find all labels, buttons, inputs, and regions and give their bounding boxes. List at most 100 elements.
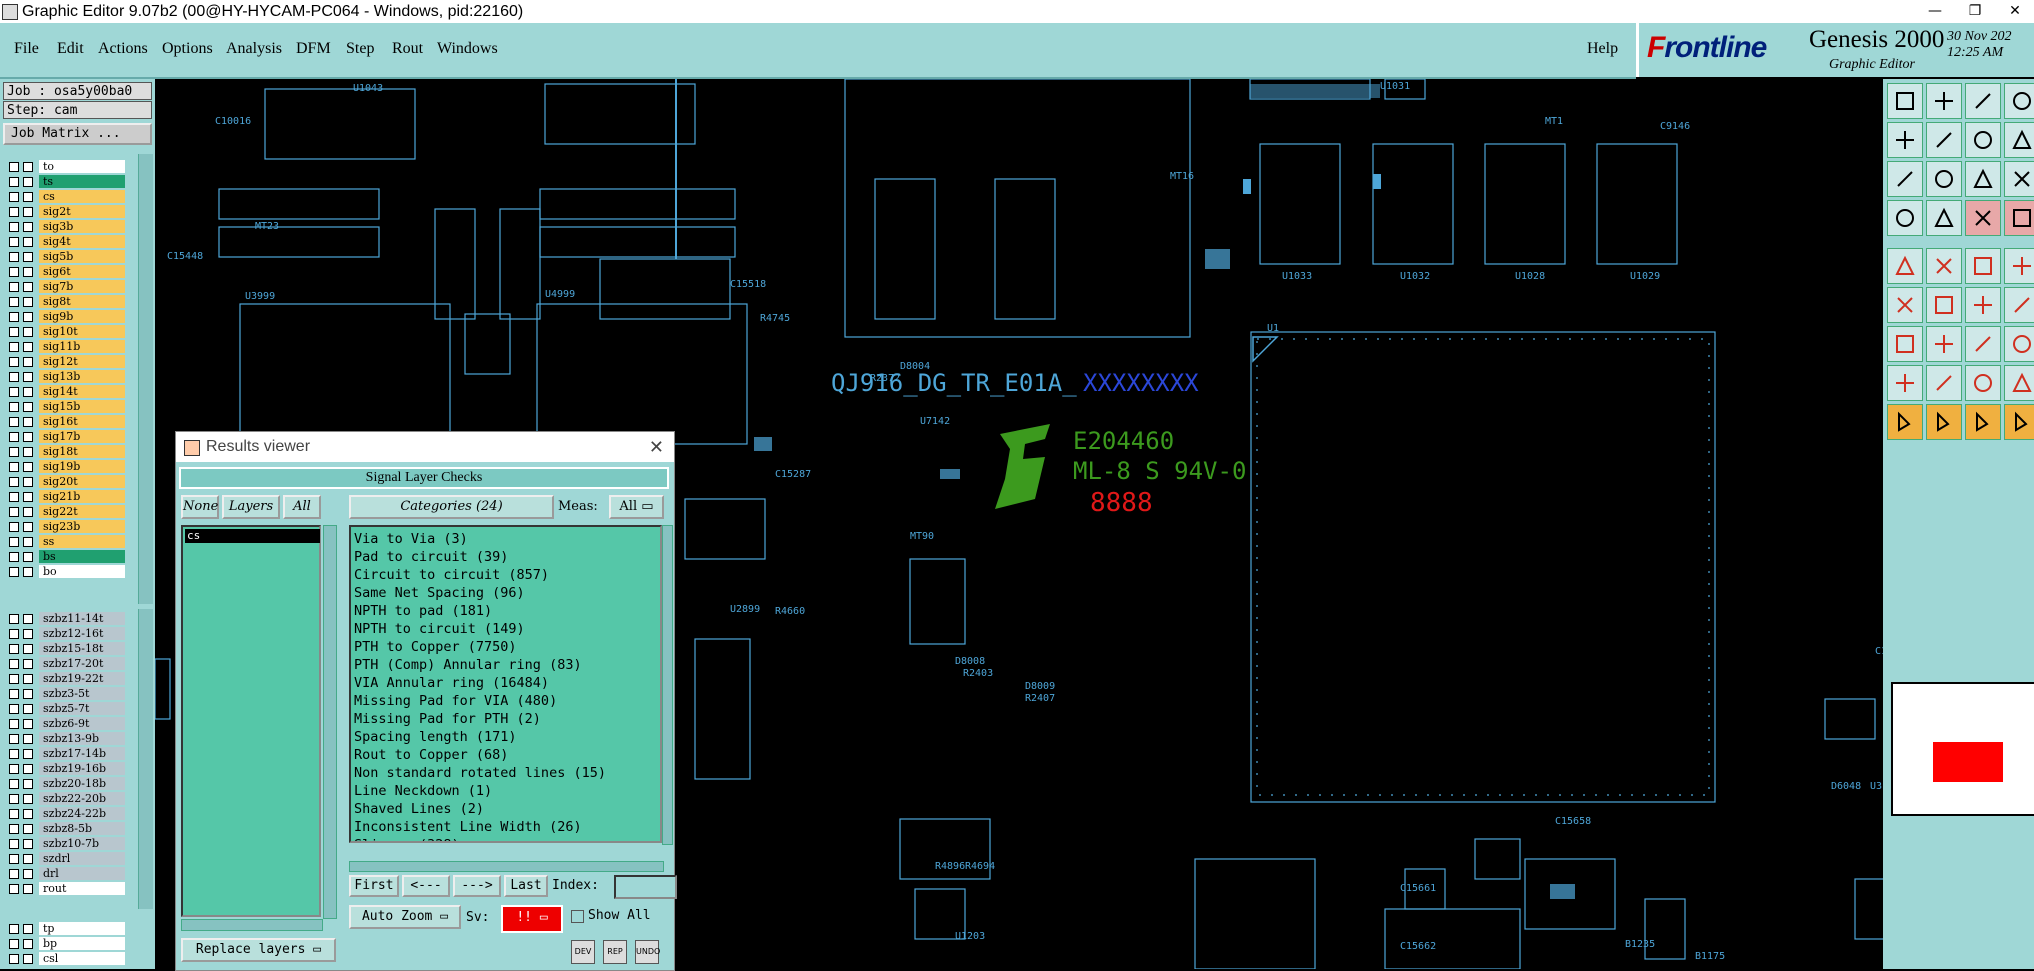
- layer-row-szbz10-7b[interactable]: szbz10-7b: [3, 836, 125, 851]
- index-input[interactable]: [614, 875, 677, 899]
- menu-options[interactable]: Options: [162, 40, 213, 58]
- menu-help[interactable]: Help: [1587, 40, 1618, 58]
- layer-visibility-checkbox[interactable]: [9, 282, 19, 292]
- dev-icon[interactable]: DEV: [571, 940, 595, 964]
- layer-name[interactable]: sig18t: [39, 445, 125, 458]
- layer-name[interactable]: szbz11-14t: [39, 612, 125, 625]
- severity-button[interactable]: !! ▭: [501, 905, 563, 933]
- tool-icon[interactable]: [1887, 200, 1923, 236]
- layer-name[interactable]: sig16t: [39, 415, 125, 428]
- layer-row-szbz19-22t[interactable]: szbz19-22t: [3, 671, 125, 686]
- move-icon[interactable]: [1926, 122, 1962, 158]
- layer-name[interactable]: sig6t: [39, 265, 125, 278]
- layer-visibility-checkbox[interactable]: [9, 312, 19, 322]
- layer-row-szbz17-20t[interactable]: szbz17-20t: [3, 656, 125, 671]
- layer-name[interactable]: sig13b: [39, 370, 125, 383]
- layer-name[interactable]: sig8t: [39, 295, 125, 308]
- selected-layer-item[interactable]: cs: [185, 529, 320, 543]
- menu-edit[interactable]: Edit: [57, 40, 84, 58]
- home-icon[interactable]: [1965, 83, 2001, 119]
- close-window-button[interactable]: ✕: [2000, 0, 2030, 23]
- angle-icon[interactable]: [2004, 326, 2034, 362]
- layer-row-sig14t[interactable]: sig14t: [3, 384, 125, 399]
- layer-visibility-checkbox[interactable]: [9, 162, 19, 172]
- layer-visibility-checkbox[interactable]: [9, 954, 19, 964]
- layer-visibility-checkbox[interactable]: [9, 734, 19, 744]
- feature-icon[interactable]: [2004, 200, 2034, 236]
- scale-icon[interactable]: [1965, 161, 2001, 197]
- layer-affected-checkbox[interactable]: [23, 417, 33, 427]
- category-item[interactable]: Slivers (328): [354, 836, 460, 841]
- all-button[interactable]: All: [283, 495, 321, 519]
- layer-affected-checkbox[interactable]: [23, 884, 33, 894]
- layer-name[interactable]: sig11b: [39, 340, 125, 353]
- layer-row-szbz8-5b[interactable]: szbz8-5b: [3, 821, 125, 836]
- layer-visibility-checkbox[interactable]: [9, 674, 19, 684]
- layer-row-ss[interactable]: ss: [3, 534, 125, 549]
- category-item[interactable]: Circuit to circuit (857): [354, 566, 549, 584]
- layer-affected-checkbox[interactable]: [23, 749, 33, 759]
- layer-visibility-checkbox[interactable]: [9, 644, 19, 654]
- layer-affected-checkbox[interactable]: [23, 674, 33, 684]
- layer-visibility-checkbox[interactable]: [9, 267, 19, 277]
- triangle-icon[interactable]: [1887, 404, 1923, 440]
- redraw-icon[interactable]: [1965, 122, 2001, 158]
- layer-name[interactable]: to: [39, 160, 125, 173]
- layer-name[interactable]: sig7b: [39, 280, 125, 293]
- layer-row-szbz12-16t[interactable]: szbz12-16t: [3, 626, 125, 641]
- layer-affected-checkbox[interactable]: [23, 719, 33, 729]
- view-icon[interactable]: [1887, 83, 1923, 119]
- layer-row-to[interactable]: to: [3, 159, 125, 174]
- layer-visibility-checkbox[interactable]: [9, 704, 19, 714]
- layer-name[interactable]: sig10t: [39, 325, 125, 338]
- category-item[interactable]: Pad to circuit (39): [354, 548, 508, 566]
- select-box-icon[interactable]: [1965, 365, 2001, 401]
- layer-row-szdrl[interactable]: szdrl: [3, 851, 125, 866]
- layer-name[interactable]: sig23b: [39, 520, 125, 533]
- overview-window[interactable]: [1891, 682, 2034, 816]
- layer-row-sig4t[interactable]: sig4t: [3, 234, 125, 249]
- layer-affected-checkbox[interactable]: [23, 809, 33, 819]
- layer-visibility-checkbox[interactable]: [9, 402, 19, 412]
- layer-affected-checkbox[interactable]: [23, 689, 33, 699]
- maximize-button[interactable]: ❐: [1960, 0, 1990, 23]
- node-icon[interactable]: [1887, 287, 1923, 323]
- layer-name[interactable]: szbz10-7b: [39, 837, 125, 850]
- layer-row-sig2t[interactable]: sig2t: [3, 204, 125, 219]
- grid-icon[interactable]: [1926, 200, 1962, 236]
- layer-visibility-checkbox[interactable]: [9, 839, 19, 849]
- layer-row-szbz24-22b[interactable]: szbz24-22b: [3, 806, 125, 821]
- layers-button[interactable]: Layers: [222, 495, 280, 519]
- layer-row-sig11b[interactable]: sig11b: [3, 339, 125, 354]
- layer-name[interactable]: szbz12-16t: [39, 627, 125, 640]
- layer-visibility-checkbox[interactable]: [9, 689, 19, 699]
- layer-visibility-checkbox[interactable]: [9, 854, 19, 864]
- layer-visibility-checkbox[interactable]: [9, 372, 19, 382]
- next-button[interactable]: --->: [453, 875, 501, 897]
- category-item[interactable]: Same Net Spacing (96): [354, 584, 525, 602]
- dot-icon[interactable]: [2004, 248, 2034, 284]
- last-button[interactable]: Last: [504, 875, 548, 897]
- menu-step[interactable]: Step: [346, 40, 374, 58]
- layer-visibility-checkbox[interactable]: [9, 357, 19, 367]
- triangle2-icon[interactable]: [1926, 404, 1962, 440]
- categories-button[interactable]: Categories (24): [349, 495, 554, 519]
- layer-name[interactable]: csl: [39, 952, 125, 965]
- layer-visibility-checkbox[interactable]: [9, 567, 19, 577]
- layer-visibility-checkbox[interactable]: [9, 719, 19, 729]
- layer-affected-checkbox[interactable]: [23, 282, 33, 292]
- layer-affected-checkbox[interactable]: [23, 939, 33, 949]
- layer-row-szbz13-9b[interactable]: szbz13-9b: [3, 731, 125, 746]
- layer-visibility-checkbox[interactable]: [9, 659, 19, 669]
- layer-affected-checkbox[interactable]: [23, 552, 33, 562]
- layer-visibility-checkbox[interactable]: [9, 924, 19, 934]
- layer-visibility-checkbox[interactable]: [9, 779, 19, 789]
- layer-affected-checkbox[interactable]: [23, 402, 33, 412]
- results-viewer-close-button[interactable]: ✕: [649, 432, 664, 462]
- layer-row-csl[interactable]: csl: [3, 951, 125, 966]
- layer-visibility-checkbox[interactable]: [9, 552, 19, 562]
- none-button[interactable]: None: [181, 495, 219, 519]
- layer-row-sig12t[interactable]: sig12t: [3, 354, 125, 369]
- layer-row-szbz19-16b[interactable]: szbz19-16b: [3, 761, 125, 776]
- layer-visibility-checkbox[interactable]: [9, 477, 19, 487]
